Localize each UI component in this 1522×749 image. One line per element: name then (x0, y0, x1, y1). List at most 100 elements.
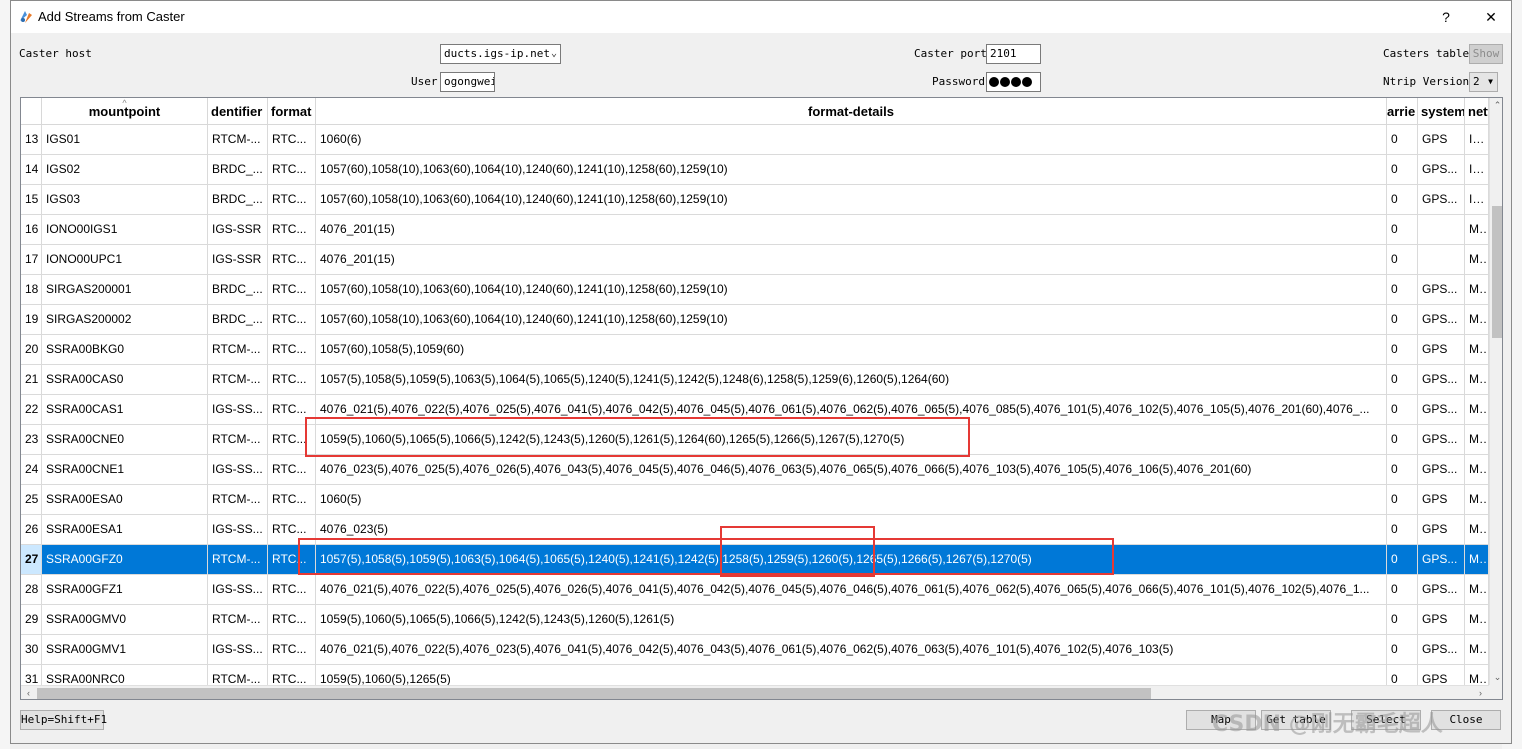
cell-identifier: RTCM-... (208, 545, 268, 574)
table-row[interactable]: 22 SSRA00CAS1 IGS-SS... RTC... 4076_021(5),4… (21, 395, 1489, 425)
table-body: 13 IGS01 RTCM-... RTC... 1060(6) 0 GPS IGS 14 IGS… (21, 125, 1489, 695)
cell-network: MIS (1465, 275, 1489, 304)
scroll-right-icon[interactable]: › (1473, 686, 1488, 699)
caster-port-field[interactable]: 2101 (986, 44, 1041, 64)
cell-system: GPS (1418, 485, 1465, 514)
cell-mountpoint: SSRA00CNE0 (42, 425, 208, 454)
table-row[interactable]: 14 IGS02 BRDC_... RTC... 1057(60),1058(10),1… (21, 155, 1489, 185)
cell-format-details: 1057(60),1058(5),1059(60) (316, 335, 1387, 364)
table-row[interactable]: 19 SIRGAS200002 BRDC_... RTC... 1057(60),105… (21, 305, 1489, 335)
cell-format: RTC... (268, 515, 316, 544)
cell-mountpoint: SSRA00ESA0 (42, 485, 208, 514)
scroll-down-icon[interactable]: ⌄ (1490, 670, 1502, 684)
table-row[interactable]: 28 SSRA00GFZ1 IGS-SS... RTC... 4076_021(5),4… (21, 575, 1489, 605)
row-number: 15 (21, 185, 42, 214)
cell-identifier: IGS-SS... (208, 455, 268, 484)
streams-table[interactable]: ^ mountpoint dentifier format format-deta… (20, 97, 1503, 700)
cell-network: MIS (1465, 245, 1489, 274)
cell-system: GPS... (1418, 155, 1465, 184)
table-row[interactable]: 24 SSRA00CNE1 IGS-SS... RTC... 4076_023(5),4… (21, 455, 1489, 485)
table-row[interactable]: 13 IGS01 RTCM-... RTC... 1060(6) 0 GPS IGS (21, 125, 1489, 155)
cell-format-details: 4076_021(5),4076_022(5),4076_025(5),4076… (316, 575, 1387, 604)
cell-format-details: 1060(6) (316, 125, 1387, 154)
caster-port-label: Caster port (914, 47, 987, 60)
header-identifier[interactable]: dentifier (208, 98, 268, 125)
table-row[interactable]: 26 SSRA00ESA1 IGS-SS... RTC... 4076_023(5) 0 G… (21, 515, 1489, 545)
cell-format-details: 1057(5),1058(5),1059(5),1063(5),1064(5),… (316, 545, 1387, 574)
cell-format-details: 1057(5),1058(5),1059(5),1063(5),1064(5),… (316, 365, 1387, 394)
cell-system: GPS... (1418, 545, 1465, 574)
scroll-up-icon[interactable]: ⌃ (1490, 98, 1502, 112)
row-number: 23 (21, 425, 42, 454)
cell-mountpoint: IONO00UPC1 (42, 245, 208, 274)
row-number: 28 (21, 575, 42, 604)
row-number: 21 (21, 365, 42, 394)
cell-network: MIS (1465, 545, 1489, 574)
ntrip-version-combo[interactable]: 2 ▼ (1469, 72, 1498, 92)
table-row[interactable]: 29 SSRA00GMV0 RTCM-... RTC... 1059(5),1060(5… (21, 605, 1489, 635)
cell-network: MIS (1465, 605, 1489, 634)
password-field[interactable] (986, 72, 1041, 92)
cell-carrier: 0 (1387, 515, 1418, 544)
ntrip-version-value: 2 (1473, 75, 1480, 88)
cell-system: GPS... (1418, 395, 1465, 424)
casters-table-label: Casters table (1383, 47, 1470, 60)
close-icon[interactable]: ✕ (1476, 5, 1506, 29)
map-button[interactable]: Map (1186, 710, 1256, 730)
cell-mountpoint: SSRA00GMV0 (42, 605, 208, 634)
horizontal-scrollbar[interactable]: ‹ › (21, 685, 1489, 699)
vertical-scrollbar[interactable]: ⌃ ⌄ (1489, 98, 1502, 685)
cell-carrier: 0 (1387, 425, 1418, 454)
table-row[interactable]: 25 SSRA00ESA0 RTCM-... RTC... 1060(5) 0 GPS MIS (21, 485, 1489, 515)
cell-identifier: IGS-SS... (208, 395, 268, 424)
caster-host-combo[interactable]: ducts.igs-ip.net ⌄ (440, 44, 561, 64)
table-row[interactable]: 15 IGS03 BRDC_... RTC... 1057(60),1058(10),1… (21, 185, 1489, 215)
select-button[interactable]: Select (1351, 710, 1421, 730)
cell-carrier: 0 (1387, 455, 1418, 484)
table-row[interactable]: 30 SSRA00GMV1 IGS-SS... RTC... 4076_021(5),4… (21, 635, 1489, 665)
cell-identifier: RTCM-... (208, 365, 268, 394)
table-row[interactable]: 23 SSRA00CNE0 RTCM-... RTC... 1059(5),1060(5… (21, 425, 1489, 455)
user-field[interactable]: ogongwei (440, 72, 495, 92)
cell-system: GPS... (1418, 275, 1465, 304)
header-format[interactable]: format (268, 98, 316, 125)
table-row[interactable]: 27 SSRA00GFZ0 RTCM-... RTC... 1057(5),1058(5… (21, 545, 1489, 575)
vertical-scroll-thumb[interactable] (1492, 206, 1502, 338)
cell-mountpoint: SSRA00CAS0 (42, 365, 208, 394)
horizontal-scroll-thumb[interactable] (37, 688, 1151, 699)
row-number: 18 (21, 275, 42, 304)
help-icon[interactable]: ? (1431, 5, 1461, 29)
header-mountpoint[interactable]: ^ mountpoint (42, 98, 208, 125)
cell-mountpoint: SIRGAS200001 (42, 275, 208, 304)
row-number: 24 (21, 455, 42, 484)
cell-identifier: IGS-SSR (208, 215, 268, 244)
cell-identifier: RTCM-... (208, 425, 268, 454)
table-row[interactable]: 20 SSRA00BKG0 RTCM-... RTC... 1057(60),1058(… (21, 335, 1489, 365)
get-table-button[interactable]: Get table (1261, 710, 1331, 730)
scroll-left-icon[interactable]: ‹ (21, 686, 36, 699)
close-button[interactable]: Close (1431, 710, 1501, 730)
cell-format-details: 4076_021(5),4076_022(5),4076_025(5),4076… (316, 395, 1387, 424)
header-system[interactable]: system (1418, 98, 1465, 125)
cell-format: RTC... (268, 485, 316, 514)
show-button[interactable]: Show (1469, 44, 1503, 64)
cell-identifier: BRDC_... (208, 305, 268, 334)
app-icon (20, 11, 32, 23)
help-button[interactable]: Help=Shift+F1 (20, 710, 107, 730)
table-row[interactable]: 16 IONO00IGS1 IGS-SSR RTC... 4076_201(15) 0 MI… (21, 215, 1489, 245)
dropdown-arrow-icon: ▼ (1488, 77, 1493, 86)
header-format-details[interactable]: format-details (316, 98, 1387, 125)
cell-system (1418, 215, 1465, 244)
cell-carrier: 0 (1387, 575, 1418, 604)
header-carrier[interactable]: arrie (1387, 98, 1418, 125)
cell-identifier: IGS-SS... (208, 575, 268, 604)
cell-carrier: 0 (1387, 545, 1418, 574)
cell-network: IGS (1465, 125, 1489, 154)
table-row[interactable]: 21 SSRA00CAS0 RTCM-... RTC... 1057(5),1058(5… (21, 365, 1489, 395)
table-row[interactable]: 17 IONO00UPC1 IGS-SSR RTC... 4076_201(15) 0 MI… (21, 245, 1489, 275)
cell-network: MIS (1465, 395, 1489, 424)
table-row[interactable]: 18 SIRGAS200001 BRDC_... RTC... 1057(60),105… (21, 275, 1489, 305)
cell-network: MIS (1465, 305, 1489, 334)
cell-mountpoint: IGS02 (42, 155, 208, 184)
header-network[interactable]: netw (1465, 98, 1489, 125)
